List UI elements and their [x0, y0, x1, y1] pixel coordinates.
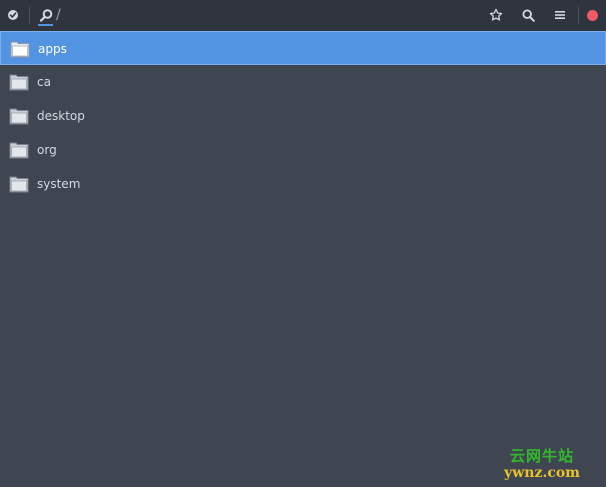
- hamburger-menu-icon[interactable]: [552, 7, 568, 23]
- separator: [578, 7, 579, 24]
- watermark-site-name: 云网牛站: [510, 447, 575, 465]
- file-list: apps ca desktop org system: [0, 31, 606, 201]
- file-row-desktop[interactable]: desktop: [0, 99, 606, 133]
- location-active-indicator: [38, 24, 53, 26]
- file-name: desktop: [37, 109, 85, 123]
- file-row-ca[interactable]: ca: [0, 65, 606, 99]
- file-name: system: [37, 177, 81, 191]
- file-name: apps: [38, 42, 67, 56]
- file-name: org: [37, 143, 57, 157]
- folder-icon: [10, 41, 30, 58]
- file-row-system[interactable]: system: [0, 167, 606, 201]
- folder-icon: [9, 176, 29, 193]
- file-row-org[interactable]: org: [0, 133, 606, 167]
- watermark-site-url: ywnz.com: [504, 465, 580, 481]
- home-search-icon[interactable]: [38, 7, 54, 23]
- folder-icon: [9, 74, 29, 91]
- header-bar: /: [0, 0, 606, 31]
- file-manager-window: / apps ca desktop org system 云网牛站 ywnz.c…: [0, 0, 606, 487]
- search-icon[interactable]: [520, 7, 536, 23]
- folder-icon: [9, 108, 29, 125]
- file-name: ca: [37, 75, 51, 89]
- site-watermark: 云网牛站 ywnz.com: [504, 447, 580, 481]
- path-separator: /: [56, 7, 61, 23]
- folder-icon: [9, 142, 29, 159]
- file-row-apps[interactable]: apps: [0, 31, 606, 65]
- close-icon[interactable]: [586, 9, 598, 21]
- separator: [29, 7, 30, 24]
- star-icon[interactable]: [488, 7, 504, 23]
- app-menu-icon[interactable]: [6, 8, 20, 22]
